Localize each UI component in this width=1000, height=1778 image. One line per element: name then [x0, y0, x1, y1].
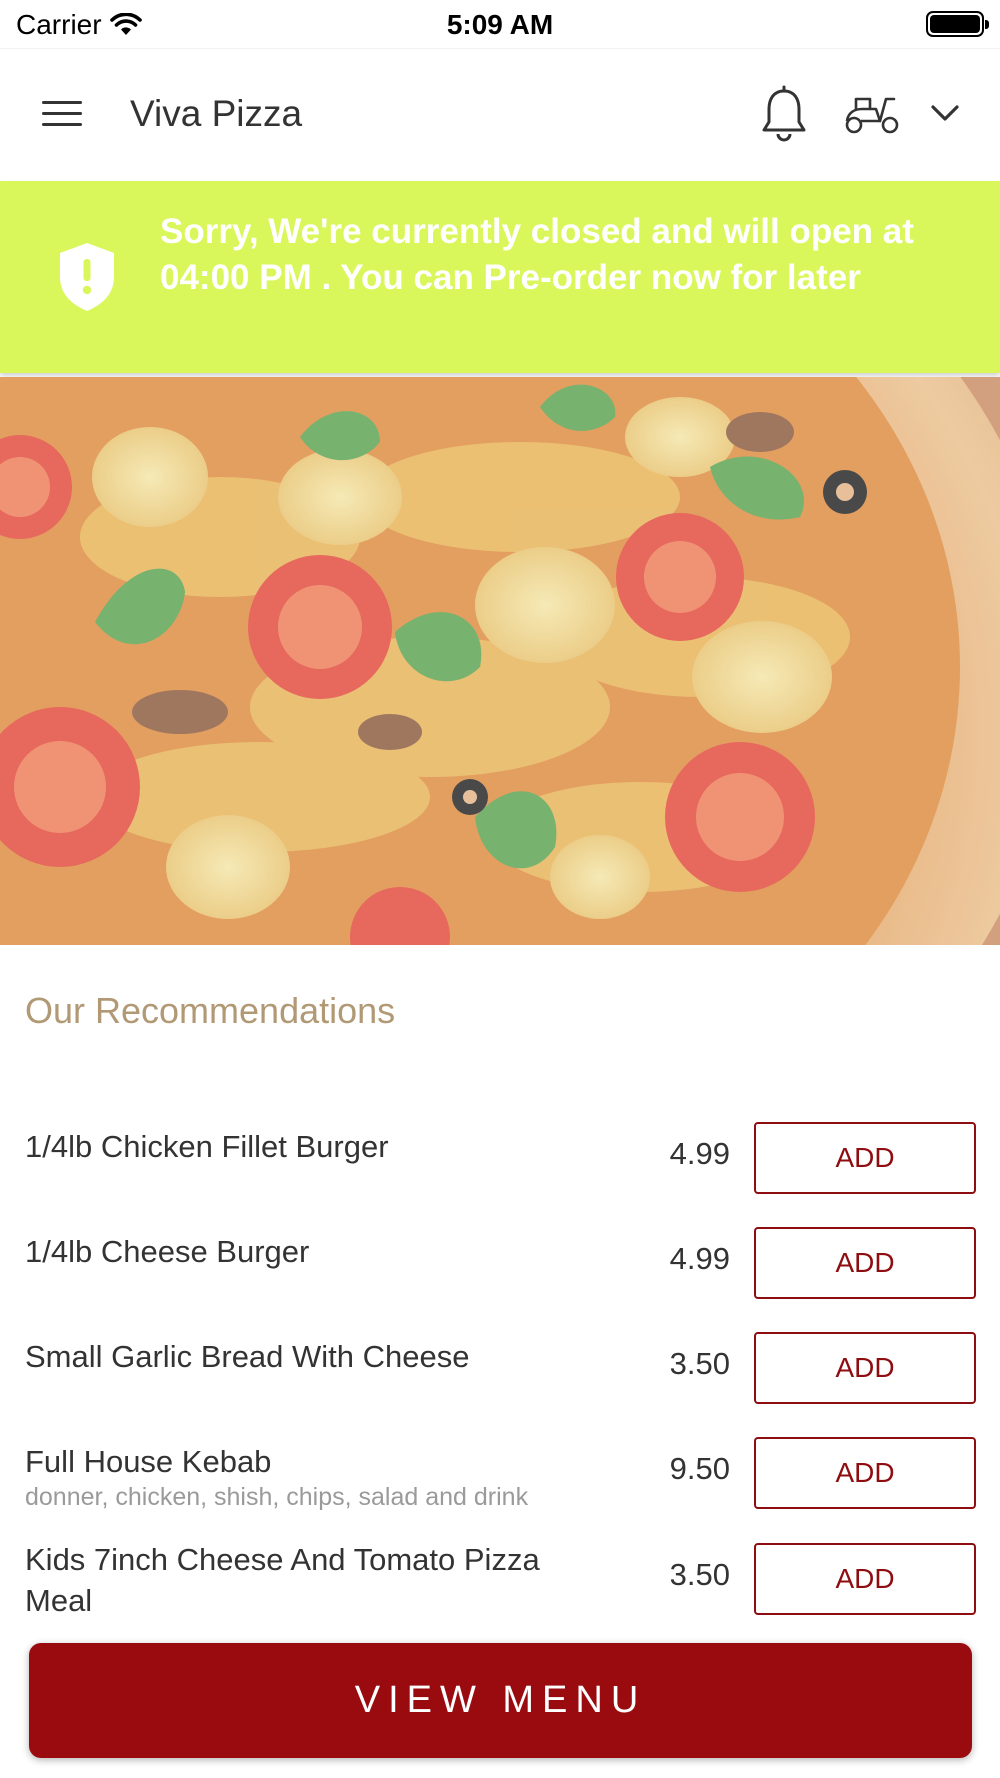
restaurant-title: Viva Pizza: [130, 93, 303, 134]
scooter-icon[interactable]: [842, 89, 902, 139]
item-price: 9.50: [669, 1451, 730, 1486]
add-button[interactable]: ADD: [754, 1227, 976, 1299]
item-name-text: Small Garlic Bread With Cheese: [25, 1339, 470, 1374]
add-button[interactable]: ADD: [754, 1332, 976, 1404]
list-item: Full House Kebab donner, chicken, shish,…: [0, 1425, 1000, 1515]
shield-alert-icon: [60, 243, 114, 311]
item-name-text: 1/4lb Cheese Burger: [25, 1234, 310, 1269]
item-name-text: 1/4lb Chicken Fillet Burger: [25, 1129, 389, 1164]
add-button[interactable]: ADD: [754, 1122, 976, 1194]
add-button[interactable]: ADD: [754, 1543, 976, 1615]
item-name: 1/4lb Cheese Burger: [25, 1231, 625, 1272]
list-item: 1/4lb Chicken Fillet Burger 4.99 ADD: [0, 1110, 1000, 1200]
item-price: 4.99: [669, 1241, 730, 1276]
store-closed-banner: Sorry, We're currently closed and will o…: [0, 181, 1000, 373]
add-button[interactable]: ADD: [754, 1437, 976, 1509]
item-name-text: Full House Kebab: [25, 1444, 272, 1479]
view-menu-button[interactable]: VIEW MENU: [29, 1643, 972, 1758]
hero-image: [0, 377, 1000, 945]
clock: 5:09 AM: [446, 9, 554, 40]
menu-icon[interactable]: [40, 97, 86, 131]
item-name-text: Kids 7inch Cheese And Tomato Pizza Meal: [25, 1542, 540, 1618]
list-item: Kids 7inch Cheese And Tomato Pizza Meal …: [0, 1531, 1000, 1621]
item-name: Full House Kebab donner, chicken, shish,…: [25, 1441, 625, 1512]
closed-message: Sorry, We're currently closed and will o…: [160, 212, 914, 297]
app-header: Viva Pizza: [0, 48, 1000, 180]
chevron-down-icon[interactable]: [928, 101, 962, 125]
item-name: Kids 7inch Cheese And Tomato Pizza Meal: [25, 1539, 605, 1621]
status-bar: Carrier 5:09 AM: [0, 0, 1000, 48]
item-price: 3.50: [669, 1346, 730, 1381]
pizza-photo: [0, 377, 1000, 945]
item-name: 1/4lb Chicken Fillet Burger: [25, 1126, 625, 1167]
item-description: donner, chicken, shish, chips, salad and…: [25, 1483, 529, 1511]
recommendations-title: Our Recommendations: [25, 990, 396, 1031]
item-name: Small Garlic Bread With Cheese: [25, 1336, 625, 1377]
list-item: 1/4lb Cheese Burger 4.99 ADD: [0, 1215, 1000, 1305]
battery-icon: [926, 11, 989, 37]
bell-icon[interactable]: [756, 85, 812, 145]
item-price: 4.99: [669, 1136, 730, 1171]
list-item: Small Garlic Bread With Cheese 3.50 ADD: [0, 1320, 1000, 1410]
item-price: 3.50: [669, 1557, 730, 1592]
